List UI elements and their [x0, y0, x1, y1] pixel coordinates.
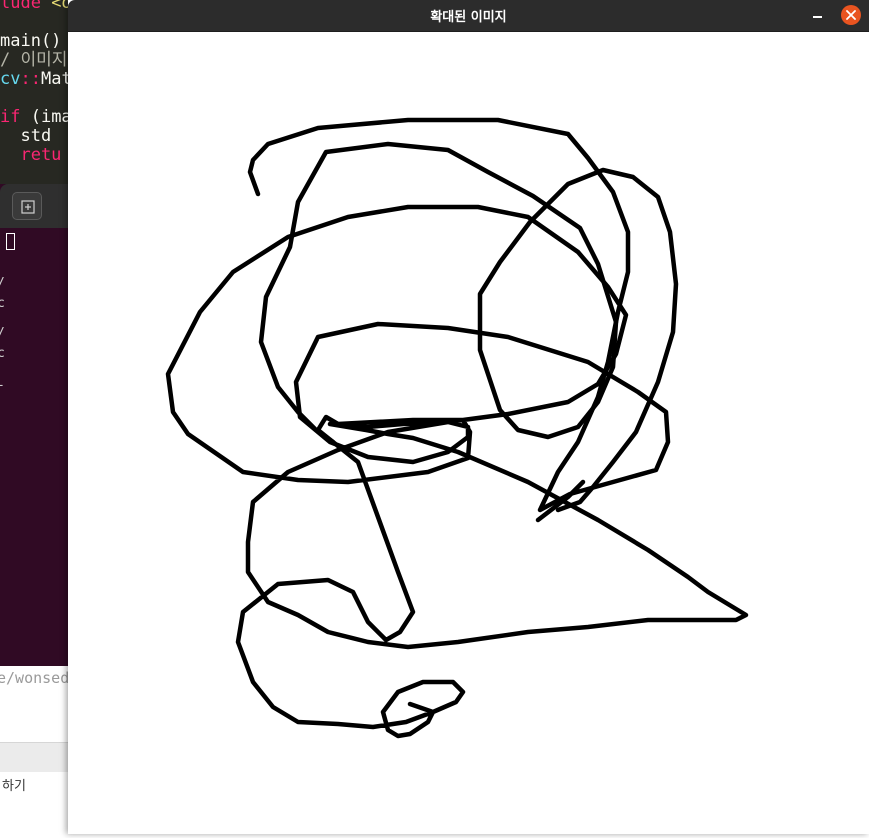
- terminal-text: /: [0, 276, 5, 291]
- code-line[interactable]: main() -: [0, 32, 70, 51]
- terminal-text: /: [0, 326, 5, 341]
- path-text: e/wonsed: [0, 669, 70, 687]
- code-token: retu: [0, 145, 62, 165]
- scribble-stroke: [165, 117, 749, 739]
- code-token: lude: [0, 0, 52, 13]
- code-line[interactable]: cv::Mat: [0, 70, 70, 89]
- code-line[interactable]: std: [0, 127, 51, 146]
- status-bar: [0, 742, 70, 773]
- close-button[interactable]: [841, 5, 861, 25]
- code-token: / 이미지: [0, 50, 68, 70]
- status-label[interactable]: 하기: [2, 775, 26, 794]
- terminal-text: c: [0, 346, 5, 361]
- code-token: std: [0, 126, 52, 146]
- terminal-text: -: [0, 378, 5, 393]
- code-token: main(): [0, 31, 70, 51]
- terminal-text: c: [0, 296, 5, 311]
- code-line[interactable]: if (imag: [0, 108, 70, 127]
- new-tab-icon: [21, 200, 35, 214]
- scribble-drawing: [165, 117, 749, 739]
- code-line[interactable]: lude <op: [0, 0, 70, 13]
- code-line[interactable]: / 이미지: [0, 51, 67, 70]
- code-line[interactable]: retu: [0, 146, 61, 165]
- code-token: (imag: [30, 107, 70, 127]
- code-token: ::: [20, 69, 41, 89]
- terminal-cursor: [6, 233, 15, 250]
- new-tab-button[interactable]: [12, 192, 42, 220]
- image-window: 확대된 이미지: [68, 0, 869, 834]
- window-titlebar[interactable]: 확대된 이미지: [68, 0, 869, 32]
- terminal-body[interactable]: / c / c -: [0, 228, 70, 666]
- close-icon: [846, 10, 856, 20]
- image-canvas[interactable]: [68, 32, 869, 834]
- terminal-background: / c / c -: [0, 184, 70, 666]
- code-token: if: [0, 107, 31, 127]
- minimize-button[interactable]: [810, 8, 826, 24]
- code-token: Mat: [40, 69, 70, 89]
- code-editor-background: lude <opmain() -/ 이미지cv::Matif (imag std…: [0, 0, 70, 190]
- code-token: cv: [0, 69, 21, 89]
- window-title: 확대된 이미지: [430, 10, 507, 25]
- terminal-header: [0, 184, 70, 228]
